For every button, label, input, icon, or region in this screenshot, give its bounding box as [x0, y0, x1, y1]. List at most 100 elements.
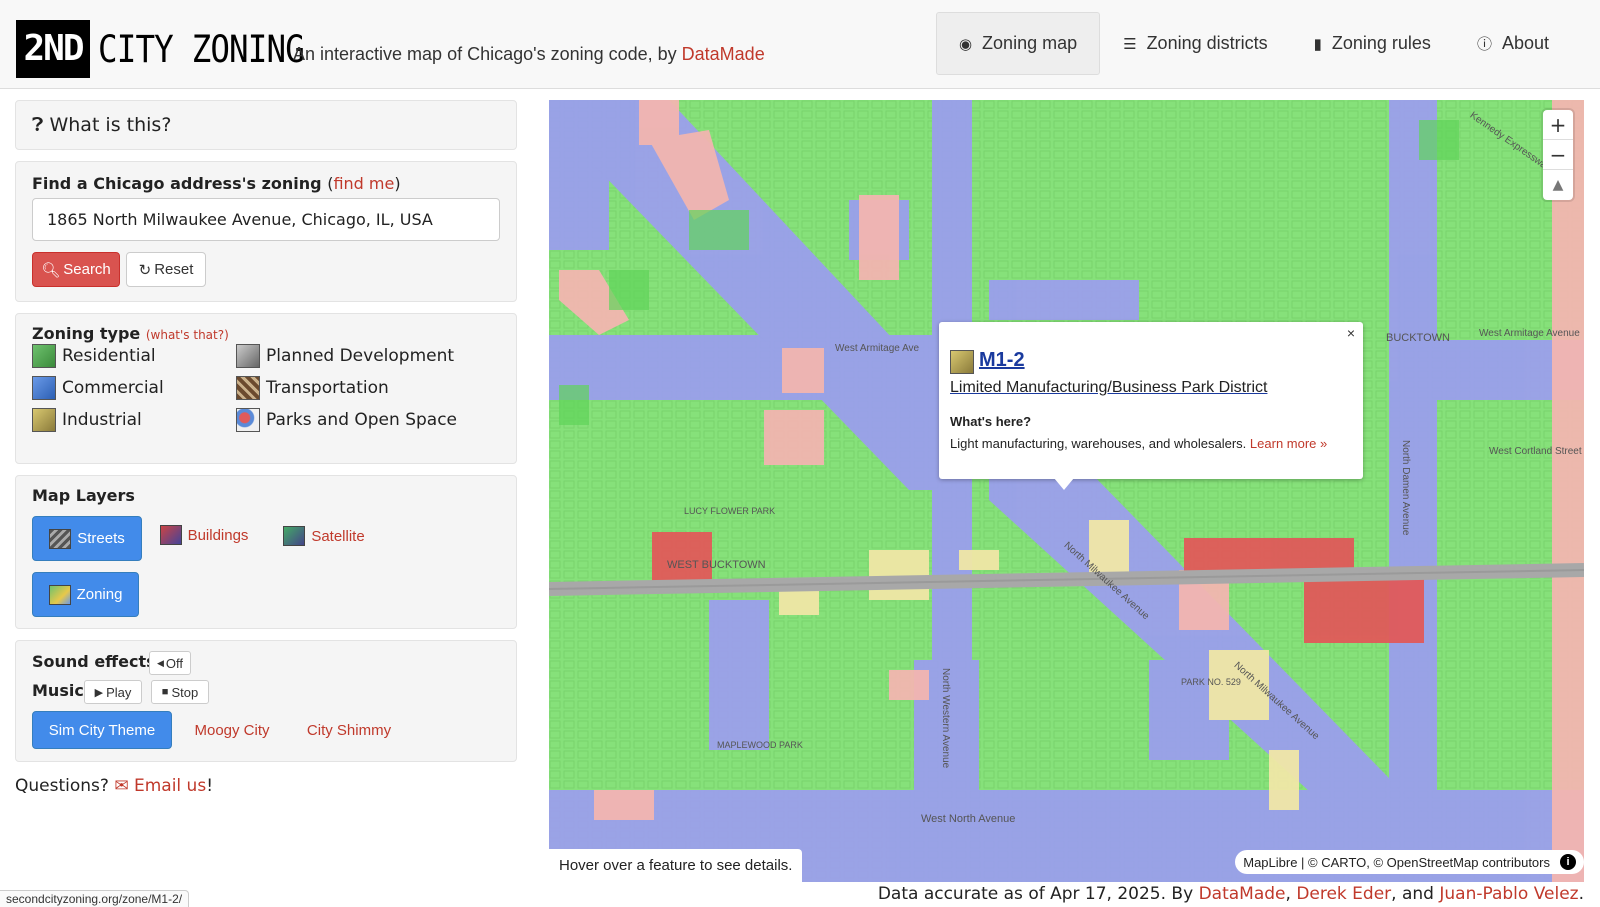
address-search-heading: Find a Chicago address's zoning [32, 174, 322, 193]
layer-label: Zoning [76, 586, 123, 603]
address-search-title: Find a Chicago address's zoning (find me… [32, 174, 401, 193]
search-button-label: Search [63, 261, 111, 278]
zoning-type-parks[interactable]: Parks and Open Space [236, 408, 457, 432]
search-button[interactable]: 🔍︎ Search [32, 252, 120, 287]
volume-icon: ◀ [156, 657, 164, 668]
street-label: North Damen Avenue [1400, 440, 1411, 536]
zoning-map-canvas[interactable] [549, 100, 1584, 882]
zone-popup: × M1-2 Limited Manufacturing/Business Pa… [939, 322, 1363, 479]
question-circle-icon: ❓︎ [32, 114, 44, 136]
footer-juan-pablo-velez-link[interactable]: Juan-Pablo Velez [1439, 884, 1578, 904]
tagline-text: An interactive map of Chicago's zoning c… [293, 44, 682, 64]
nav-zoning-map[interactable]: ◉ Zoning map [935, 12, 1101, 75]
zoning-type-planned-development[interactable]: Planned Development [236, 344, 454, 368]
layer-zoning-button[interactable]: Zoning [32, 572, 139, 617]
nav-zoning-districts[interactable]: ☰ Zoning districts [1100, 12, 1291, 75]
streets-icon [49, 528, 72, 549]
zone-code-link[interactable]: M1-2 [979, 349, 1025, 372]
compass-button[interactable]: ▲ [1543, 170, 1573, 200]
nav-label: Zoning rules [1331, 33, 1431, 53]
zoning-type-label: Parks and Open Space [266, 410, 458, 430]
find-me-link[interactable]: find me [333, 174, 394, 193]
zoning-icon [48, 584, 71, 605]
whats-here-text: Light manufacturing, warehouses, and who… [950, 436, 1327, 451]
what-is-this-panel[interactable]: ❓︎ What is this? [15, 100, 517, 150]
map-layers-title: Map Layers [32, 486, 135, 505]
buildings-icon [159, 525, 182, 545]
footer-derek-eder-link[interactable]: Derek Eder [1296, 884, 1391, 904]
book-icon: ▮ [1313, 35, 1322, 53]
address-input[interactable]: 1865 North Milwaukee Avenue, Chicago, IL… [32, 198, 500, 241]
learn-more-link[interactable]: Learn more » [1250, 436, 1327, 451]
info-icon[interactable]: i [1560, 854, 1576, 870]
map-layers-panel: Map Layers Streets Buildings Satellite Z… [15, 475, 517, 629]
track-sim-city-theme[interactable]: Sim City Theme [32, 711, 172, 749]
industrial-icon [950, 350, 974, 374]
zoning-type-heading: Zoning type [32, 324, 141, 343]
zoom-out-button[interactable]: − [1543, 140, 1573, 170]
layer-streets-button[interactable]: Streets [32, 516, 142, 561]
zoom-in-button[interactable]: + [1543, 110, 1573, 140]
envelope-icon: ✉ [114, 776, 129, 796]
nav-zoning-rules[interactable]: ▮ Zoning rules [1291, 12, 1454, 75]
zoning-type-label: Planned Development [266, 346, 455, 366]
stop-icon: ■ [161, 686, 169, 698]
layer-label: Streets [77, 530, 125, 547]
what-is-this-toggle[interactable]: ❓︎ What is this? [32, 114, 171, 136]
layer-satellite-button[interactable]: Satellite [274, 516, 374, 556]
popup-close-button[interactable]: × [1347, 325, 1355, 341]
zoning-type-transportation[interactable]: Transportation [236, 376, 389, 400]
street-label: West Cortland Street [1489, 446, 1582, 457]
email-us-label: Email us [133, 776, 207, 796]
email-us-link[interactable]: ✉ Email us [114, 776, 206, 796]
logo-mark: 2ND [16, 20, 90, 78]
site-logo[interactable]: 2ND CITY ZONING [16, 20, 332, 78]
planned-development-icon [236, 344, 260, 368]
zoning-type-label: Residential [62, 346, 156, 366]
park-label: MAPLEWOOD PARK [717, 740, 803, 750]
music-play-button[interactable]: ▶ Play [84, 680, 142, 704]
nav-about[interactable]: ⓘ About [1454, 12, 1572, 75]
street-label: West North Avenue [921, 813, 1016, 825]
transportation-icon [236, 376, 260, 400]
neighborhood-label: BUCKTOWN [1386, 332, 1450, 344]
main-nav: ◉ Zoning map ☰ Zoning districts ▮ Zoning… [935, 12, 1572, 75]
nav-label: Zoning districts [1146, 33, 1268, 53]
attribution-text: MapLibre | © CARTO, © OpenStreetMap cont… [1243, 854, 1550, 870]
sound-effects-label: Sound effects [32, 652, 156, 671]
footer-datamade-link[interactable]: DataMade [1199, 884, 1286, 904]
zoning-type-industrial[interactable]: Industrial [32, 408, 142, 432]
navbar: 2ND CITY ZONING An interactive map of Ch… [0, 0, 1600, 89]
industrial-icon [32, 408, 56, 432]
satellite-icon [283, 526, 306, 546]
footer-sep: , and [1391, 884, 1440, 904]
music-label: Music [32, 681, 84, 700]
whats-here-details: Light manufacturing, warehouses, and who… [950, 436, 1247, 451]
sound-effects-toggle[interactable]: ◀ Off [149, 651, 191, 675]
zoning-type-residential[interactable]: Residential [32, 344, 156, 368]
layer-buildings-button[interactable]: Buildings [154, 516, 254, 554]
stop-label: Stop [171, 684, 199, 700]
zoning-type-commercial[interactable]: Commercial [32, 376, 164, 400]
track-city-shimmy[interactable]: City Shimmy [294, 711, 404, 749]
search-icon: 🔍︎ [41, 261, 61, 279]
zoning-type-label: Transportation [266, 378, 389, 398]
nav-label: Zoning map [982, 33, 1078, 53]
hover-hint: Hover over a feature to see details. [549, 849, 803, 882]
layer-label: Buildings [187, 526, 249, 544]
zoning-map[interactable]: West Armitage Ave BUCKTOWN West Armitage… [549, 100, 1584, 882]
whats-that-link[interactable]: (what's that?) [146, 328, 229, 342]
music-stop-button[interactable]: ■ Stop [151, 680, 209, 704]
logo-text: CITY ZONING [98, 27, 305, 71]
play-label: Play [106, 684, 132, 700]
zoom-control: + − ▲ [1543, 110, 1573, 200]
datamade-link[interactable]: DataMade [682, 44, 765, 64]
footer-sep: , [1285, 884, 1297, 904]
neighborhood-label: WEST BUCKTOWN [667, 559, 766, 571]
track-moogy-city[interactable]: Moogy City [182, 711, 282, 749]
residential-icon [32, 344, 56, 368]
commercial-icon [32, 376, 56, 400]
reset-button[interactable]: ↻ Reset [126, 252, 206, 287]
zone-description-link[interactable]: Limited Manufacturing/Business Park Dist… [950, 379, 1267, 397]
status-bar-url: secondcityzoning.org/zone/M1-2/ [0, 890, 190, 907]
